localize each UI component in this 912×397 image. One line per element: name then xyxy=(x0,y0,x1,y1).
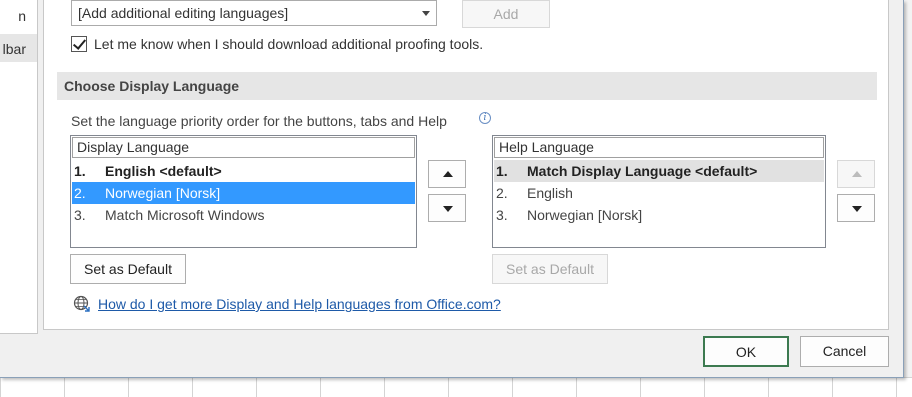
display-move-down-button[interactable] xyxy=(428,194,466,222)
help-language-row[interactable]: 2. English xyxy=(494,182,824,204)
display-language-row[interactable]: 1. English <default> xyxy=(72,160,415,182)
nav-item-label: lbar xyxy=(2,41,26,57)
globe-link-icon xyxy=(73,295,90,312)
display-language-row[interactable]: 3. Match Microsoft Windows xyxy=(72,204,415,226)
editing-language-combo[interactable]: [Add additional editing languages] xyxy=(71,0,437,26)
help-language-row-selected[interactable]: 1. Match Display Language <default> xyxy=(494,160,824,182)
arrow-down-icon xyxy=(852,206,862,212)
row-number: 3. xyxy=(74,207,86,223)
options-dialog: n lbar [Add additional editing languages… xyxy=(0,0,904,378)
display-set-default-button[interactable]: Set as Default xyxy=(70,254,186,284)
options-category-nav: n lbar xyxy=(0,0,38,334)
row-number: 2. xyxy=(496,185,508,201)
help-language-list[interactable]: Help Language 1. Match Display Language … xyxy=(492,135,826,248)
row-language: Match Microsoft Windows xyxy=(105,207,265,223)
priority-instructions: Set the language priority order for the … xyxy=(71,113,447,129)
row-language: English xyxy=(527,185,573,201)
nav-item-partial-2[interactable]: lbar xyxy=(0,34,37,62)
spreadsheet-background xyxy=(0,377,912,397)
language-options-panel: [Add additional editing languages] Add L… xyxy=(43,0,889,330)
info-icon[interactable]: i xyxy=(479,112,491,124)
help-language-list-header: Help Language xyxy=(494,137,824,158)
row-number: 3. xyxy=(496,207,508,223)
editing-language-combo-value: [Add additional editing languages] xyxy=(78,5,289,21)
add-language-button[interactable]: Add xyxy=(462,0,550,28)
row-number: 1. xyxy=(74,163,86,179)
display-language-list[interactable]: Display Language 1. English <default> 2.… xyxy=(70,135,417,248)
help-language-row[interactable]: 3. Norwegian [Norsk] xyxy=(494,204,824,226)
row-number: 1. xyxy=(496,163,508,179)
row-language: Norwegian [Norsk] xyxy=(105,185,221,201)
dropdown-arrow-icon xyxy=(422,11,430,16)
row-number: 2. xyxy=(74,185,86,201)
more-languages-link[interactable]: How do I get more Display and Help langu… xyxy=(98,296,501,312)
help-move-up-button[interactable] xyxy=(837,160,875,188)
nav-item-partial-1[interactable]: n xyxy=(0,2,37,30)
display-language-list-header: Display Language xyxy=(72,137,415,158)
cancel-button[interactable]: Cancel xyxy=(800,336,889,367)
help-set-default-button[interactable]: Set as Default xyxy=(492,254,608,284)
proofing-tools-checkbox[interactable] xyxy=(71,36,87,52)
display-language-section-header: Choose Display Language xyxy=(57,72,877,100)
row-language: Norwegian [Norsk] xyxy=(527,207,643,223)
arrow-up-icon xyxy=(852,171,862,177)
help-move-down-button[interactable] xyxy=(837,194,875,222)
display-move-up-button[interactable] xyxy=(428,160,466,188)
row-language: Match Display Language <default> xyxy=(527,163,758,179)
display-language-row-selected[interactable]: 2. Norwegian [Norsk] xyxy=(72,182,415,204)
arrow-down-icon xyxy=(443,206,453,212)
row-language: English <default> xyxy=(105,163,222,179)
ok-button[interactable]: OK xyxy=(703,336,789,367)
proofing-tools-label: Let me know when I should download addit… xyxy=(94,36,484,52)
nav-item-label: n xyxy=(18,8,26,24)
arrow-up-icon xyxy=(443,171,453,177)
